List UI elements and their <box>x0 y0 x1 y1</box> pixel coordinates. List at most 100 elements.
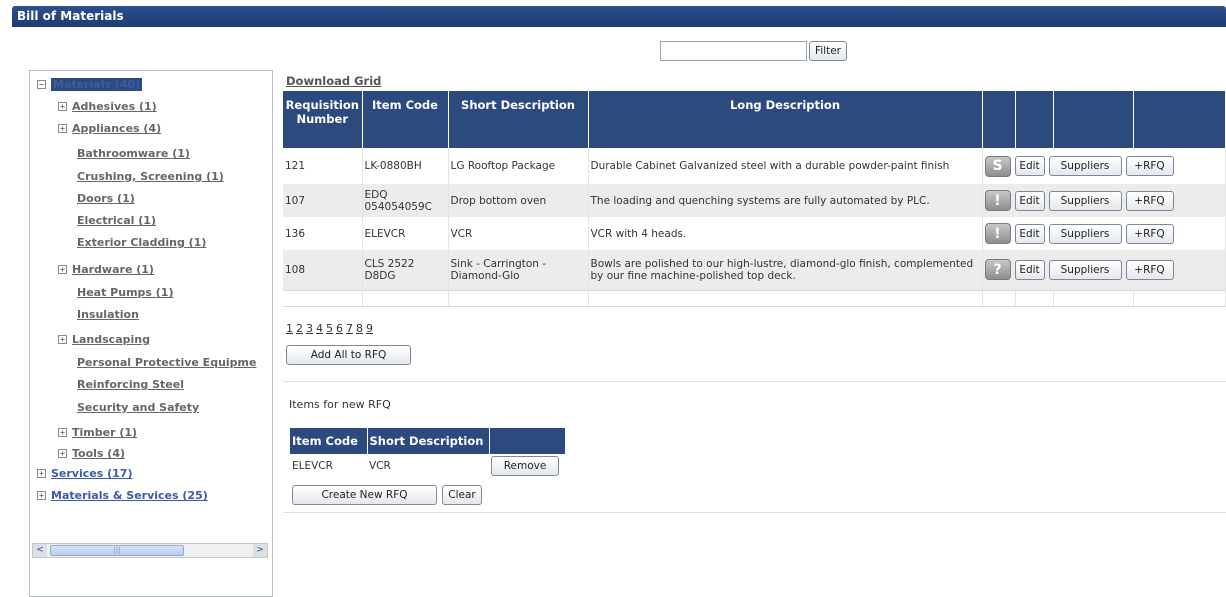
tree-node-materials[interactable]: − Materials (40) <box>37 78 143 91</box>
pager: 1 2 3 4 5 6 7 8 9 <box>286 322 373 335</box>
expand-icon[interactable]: + <box>58 335 67 344</box>
tree-node-appliances[interactable]: + Appliances (4) <box>58 122 161 135</box>
tree-label[interactable]: Materials & Services (25) <box>51 489 208 502</box>
tree-label[interactable]: Landscaping <box>72 333 150 346</box>
expand-icon[interactable]: + <box>58 428 67 437</box>
tree-node-bathroomware[interactable]: Bathroomware (1) <box>77 147 190 160</box>
add-rfq-button[interactable]: +RFQ <box>1125 190 1174 211</box>
tree-node-electrical[interactable]: Electrical (1) <box>77 214 156 227</box>
col-edit <box>1015 91 1054 148</box>
page-link[interactable]: 2 <box>296 322 303 335</box>
page-link[interactable]: 1 <box>286 322 293 335</box>
tree-label[interactable]: Tools (4) <box>72 447 125 460</box>
tree-label[interactable]: Adhesives (1) <box>72 100 157 113</box>
tree-label[interactable]: Crushing, Screening (1) <box>77 170 224 183</box>
table-row[interactable]: 107 EDQ 054054059C Drop bottom oven The … <box>283 184 1226 217</box>
expand-icon[interactable]: + <box>37 491 46 500</box>
tree-node-reinforcing-steel[interactable]: Reinforcing Steel <box>77 378 184 391</box>
tree-label[interactable]: Bathroomware (1) <box>77 147 190 160</box>
edit-button[interactable]: Edit <box>1014 156 1045 176</box>
expand-icon[interactable]: + <box>37 469 46 478</box>
tree-label[interactable]: Services (17) <box>51 467 132 480</box>
remove-button[interactable]: Remove <box>491 456 559 476</box>
tree-label[interactable]: Reinforcing Steel <box>77 378 184 391</box>
edit-button[interactable]: Edit <box>1014 259 1045 280</box>
cell-long-description: The loading and quenching systems are fu… <box>588 184 983 217</box>
s-status-icon[interactable]: S <box>984 155 1011 177</box>
tree-node-tools[interactable]: + Tools (4) <box>58 447 125 460</box>
expand-icon[interactable]: + <box>58 102 67 111</box>
cell-actions: ? Edit Suppliers +RFQ <box>982 250 1226 290</box>
expand-icon[interactable]: + <box>58 449 67 458</box>
tree-label[interactable]: Security and Safety <box>77 401 199 414</box>
tree-node-landscaping[interactable]: + Landscaping <box>58 333 150 346</box>
page-link[interactable]: 9 <box>366 322 373 335</box>
tree-node-doors[interactable]: Doors (1) <box>77 192 135 205</box>
tree-node-crushing[interactable]: Crushing, Screening (1) <box>77 170 224 183</box>
horizontal-scrollbar[interactable]: < ||| > <box>32 543 268 558</box>
tree-label[interactable]: Timber (1) <box>72 426 137 439</box>
col-long-description[interactable]: Long Description <box>588 91 983 148</box>
table-row[interactable]: 108 CLS 2522 D8DG Sink - Carrington - Di… <box>283 250 1226 290</box>
tree-label[interactable]: Electrical (1) <box>77 214 156 227</box>
scroll-thumb[interactable]: ||| <box>50 545 184 556</box>
add-rfq-button[interactable]: +RFQ <box>1125 156 1174 176</box>
tree-label[interactable]: Personal Protective Equipme <box>77 356 256 369</box>
question-status-icon[interactable]: ? <box>984 259 1011 281</box>
tree-node-insulation[interactable]: Insulation <box>77 308 139 321</box>
col-item-code[interactable]: Item Code <box>362 91 449 148</box>
tree-node-heat-pumps[interactable]: Heat Pumps (1) <box>77 286 174 299</box>
tree-label[interactable]: Exterior Cladding (1) <box>77 236 206 249</box>
tree-node-security[interactable]: Security and Safety <box>77 401 199 414</box>
page-link[interactable]: 5 <box>326 322 333 335</box>
suppliers-button[interactable]: Suppliers <box>1048 259 1122 280</box>
filter-input[interactable] <box>660 41 807 61</box>
cell-item-code: CLS 2522 D8DG <box>362 250 449 290</box>
tree-label[interactable]: Appliances (4) <box>72 122 161 135</box>
download-grid-link[interactable]: Download Grid <box>286 74 381 88</box>
page-link[interactable]: 7 <box>346 322 353 335</box>
clear-button[interactable]: Clear <box>442 485 482 505</box>
tree-label-materials[interactable]: Materials (40) <box>51 78 143 91</box>
grip-icon: ||| <box>113 546 121 554</box>
edit-button[interactable]: Edit <box>1014 223 1045 244</box>
tree-node-adhesives[interactable]: + Adhesives (1) <box>58 100 157 113</box>
tree-node-services[interactable]: + Services (17) <box>37 467 132 480</box>
window-title: Bill of Materials <box>12 6 1226 27</box>
col-short-description[interactable]: Short Description <box>448 91 589 148</box>
tree-node-ppe[interactable]: Personal Protective Equipme <box>77 356 256 369</box>
table-row[interactable]: 136 ELEVCR VCR VCR with 4 heads. ! Edit … <box>283 217 1226 250</box>
page-link[interactable]: 4 <box>316 322 323 335</box>
page-link[interactable]: 8 <box>356 322 363 335</box>
filter-button[interactable]: Filter <box>809 41 848 61</box>
tree-label[interactable]: Hardware (1) <box>72 263 154 276</box>
exclamation-status-icon[interactable]: ! <box>984 190 1011 211</box>
exclamation-status-icon[interactable]: ! <box>984 223 1011 244</box>
add-rfq-button[interactable]: +RFQ <box>1125 259 1174 280</box>
expand-icon[interactable]: + <box>58 265 67 274</box>
col-suppliers <box>1053 91 1134 148</box>
tree-label[interactable]: Heat Pumps (1) <box>77 286 174 299</box>
col-requisition-number[interactable]: Requisition Number <box>283 91 363 148</box>
create-new-rfq-button[interactable]: Create New RFQ <box>292 485 437 505</box>
scroll-right-icon[interactable]: > <box>253 544 267 557</box>
tree-node-timber[interactable]: + Timber (1) <box>58 426 137 439</box>
suppliers-button[interactable]: Suppliers <box>1048 223 1122 244</box>
tree-node-materials-services[interactable]: + Materials & Services (25) <box>37 489 208 502</box>
expand-icon[interactable]: + <box>58 124 67 133</box>
scroll-left-icon[interactable]: < <box>33 544 47 557</box>
cell-short-description: VCR <box>448 217 589 250</box>
edit-button[interactable]: Edit <box>1014 190 1045 211</box>
tree-label[interactable]: Insulation <box>77 308 139 321</box>
add-rfq-button[interactable]: +RFQ <box>1125 223 1174 244</box>
suppliers-button[interactable]: Suppliers <box>1048 190 1122 211</box>
table-row[interactable]: 121 LK-0880BH LG Rooftop Package Durable… <box>283 148 1226 184</box>
suppliers-button[interactable]: Suppliers <box>1048 156 1122 176</box>
add-all-to-rfq-button[interactable]: Add All to RFQ <box>286 345 411 365</box>
collapse-icon[interactable]: − <box>37 80 46 89</box>
tree-node-hardware[interactable]: + Hardware (1) <box>58 263 154 276</box>
page-link[interactable]: 3 <box>306 322 313 335</box>
tree-node-exterior-cladding[interactable]: Exterior Cladding (1) <box>77 236 206 249</box>
page-link[interactable]: 6 <box>336 322 343 335</box>
tree-label[interactable]: Doors (1) <box>77 192 135 205</box>
